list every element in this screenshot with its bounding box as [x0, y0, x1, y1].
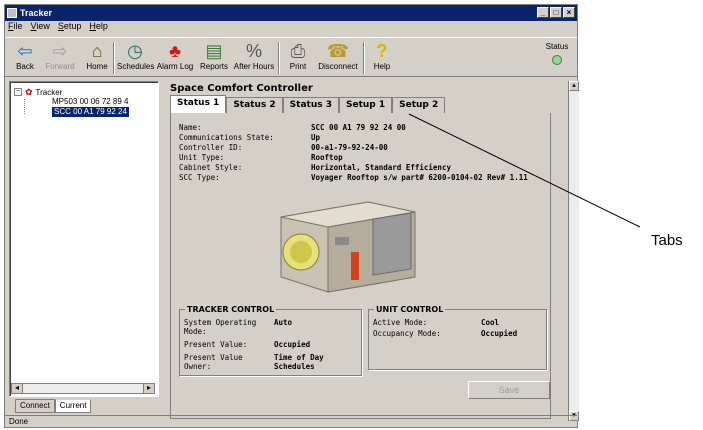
- tabs-callout-line: [408, 113, 641, 228]
- tabs-callout-label: Tabs: [651, 232, 683, 249]
